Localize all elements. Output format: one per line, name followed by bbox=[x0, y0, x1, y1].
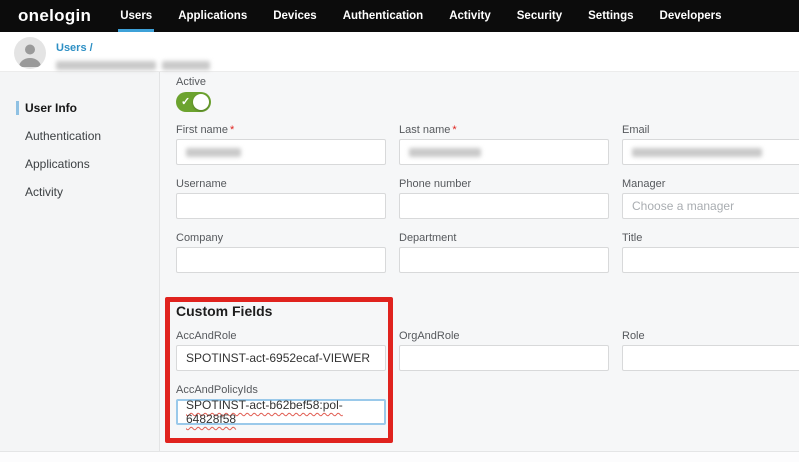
first-name-label: First name* bbox=[176, 124, 386, 136]
org-and-role-block: OrgAndRole bbox=[399, 330, 609, 371]
redacted-value bbox=[632, 148, 762, 157]
username-input[interactable] bbox=[176, 193, 386, 219]
last-name-label: Last name* bbox=[399, 124, 609, 136]
nav-items: Users Applications Devices Authenticatio… bbox=[107, 0, 734, 32]
user-avatar bbox=[14, 37, 46, 69]
sidebar-item-authentication[interactable]: Authentication bbox=[0, 122, 159, 150]
top-nav: onelogin Users Applications Devices Auth… bbox=[0, 0, 799, 32]
sidebar-item-applications[interactable]: Applications bbox=[0, 150, 159, 178]
person-icon bbox=[14, 56, 46, 69]
active-toggle-block: Active ✓ bbox=[176, 76, 799, 112]
sidebar-item-activity[interactable]: Activity bbox=[0, 178, 159, 206]
acc-and-policy-ids-value: SPOTINST-act-b62bef58:pol-64828f58 bbox=[186, 398, 376, 426]
sidebar-item-user-info[interactable]: User Info bbox=[0, 94, 159, 122]
company-block: Company bbox=[176, 232, 386, 273]
acc-and-role-block: AccAndRole bbox=[176, 330, 386, 371]
redacted-text bbox=[56, 61, 156, 70]
manager-input[interactable] bbox=[622, 193, 799, 219]
breadcrumb: Users / bbox=[56, 38, 210, 70]
acc-and-policy-ids-block: AccAndPolicyIds SPOTINST-act-b62bef58:po… bbox=[176, 384, 386, 425]
nav-item-applications[interactable]: Applications bbox=[165, 0, 260, 32]
nav-item-security[interactable]: Security bbox=[504, 0, 575, 32]
label-text: First name bbox=[176, 124, 228, 136]
nav-item-users[interactable]: Users bbox=[107, 0, 165, 32]
breadcrumb-user-name-redacted bbox=[56, 61, 210, 70]
main-area: User Info Authentication Applications Ac… bbox=[0, 72, 799, 451]
acc-and-policy-ids-input[interactable]: SPOTINST-act-b62bef58:pol-64828f58 bbox=[176, 399, 386, 425]
manager-block: Manager bbox=[622, 178, 799, 219]
label-text: Last name bbox=[399, 124, 450, 136]
role-label: Role bbox=[622, 330, 799, 342]
phone-number-block: Phone number bbox=[399, 178, 609, 219]
sidebar: User Info Authentication Applications Ac… bbox=[0, 72, 160, 451]
title-label: Title bbox=[622, 232, 799, 244]
redacted-value bbox=[186, 148, 241, 157]
active-toggle[interactable]: ✓ bbox=[176, 92, 211, 112]
custom-fields-title: Custom Fields bbox=[176, 303, 799, 319]
phone-number-input[interactable] bbox=[399, 193, 609, 219]
first-name-block: First name* bbox=[176, 124, 386, 165]
username-block: Username bbox=[176, 178, 386, 219]
manager-label: Manager bbox=[622, 178, 799, 190]
required-asterisk: * bbox=[452, 124, 456, 136]
company-input[interactable] bbox=[176, 247, 386, 273]
phone-number-label: Phone number bbox=[399, 178, 609, 190]
last-name-block: Last name* bbox=[399, 124, 609, 165]
check-icon: ✓ bbox=[181, 95, 190, 108]
nav-item-developers[interactable]: Developers bbox=[647, 0, 735, 32]
active-label: Active bbox=[176, 76, 799, 88]
bottom-divider bbox=[0, 451, 799, 462]
toggle-knob bbox=[193, 94, 209, 110]
custom-fields-section: Custom Fields AccAndRole OrgAndRole Role bbox=[176, 303, 799, 438]
department-block: Department bbox=[399, 232, 609, 273]
nav-item-devices[interactable]: Devices bbox=[260, 0, 329, 32]
breadcrumb-users-link[interactable]: Users / bbox=[56, 42, 93, 54]
role-block: Role bbox=[622, 330, 799, 371]
department-input[interactable] bbox=[399, 247, 609, 273]
title-block: Title bbox=[622, 232, 799, 273]
onelogin-logo: onelogin bbox=[18, 0, 91, 32]
acc-and-policy-ids-label: AccAndPolicyIds bbox=[176, 384, 386, 396]
email-block: Email bbox=[622, 124, 799, 165]
department-label: Department bbox=[399, 232, 609, 244]
role-input[interactable] bbox=[622, 345, 799, 371]
title-input[interactable] bbox=[622, 247, 799, 273]
page-header: Users / bbox=[0, 32, 799, 72]
redacted-text bbox=[162, 61, 210, 70]
redacted-value bbox=[409, 148, 481, 157]
company-label: Company bbox=[176, 232, 386, 244]
nav-item-activity[interactable]: Activity bbox=[436, 0, 504, 32]
required-asterisk: * bbox=[230, 124, 234, 136]
acc-and-role-label: AccAndRole bbox=[176, 330, 386, 342]
org-and-role-label: OrgAndRole bbox=[399, 330, 609, 342]
email-label: Email bbox=[622, 124, 799, 136]
nav-item-authentication[interactable]: Authentication bbox=[330, 0, 437, 32]
nav-item-settings[interactable]: Settings bbox=[575, 0, 646, 32]
org-and-role-input[interactable] bbox=[399, 345, 609, 371]
user-info-form: Active ✓ First name* Last name* bbox=[160, 72, 799, 451]
username-label: Username bbox=[176, 178, 386, 190]
acc-and-role-input[interactable] bbox=[176, 345, 386, 371]
